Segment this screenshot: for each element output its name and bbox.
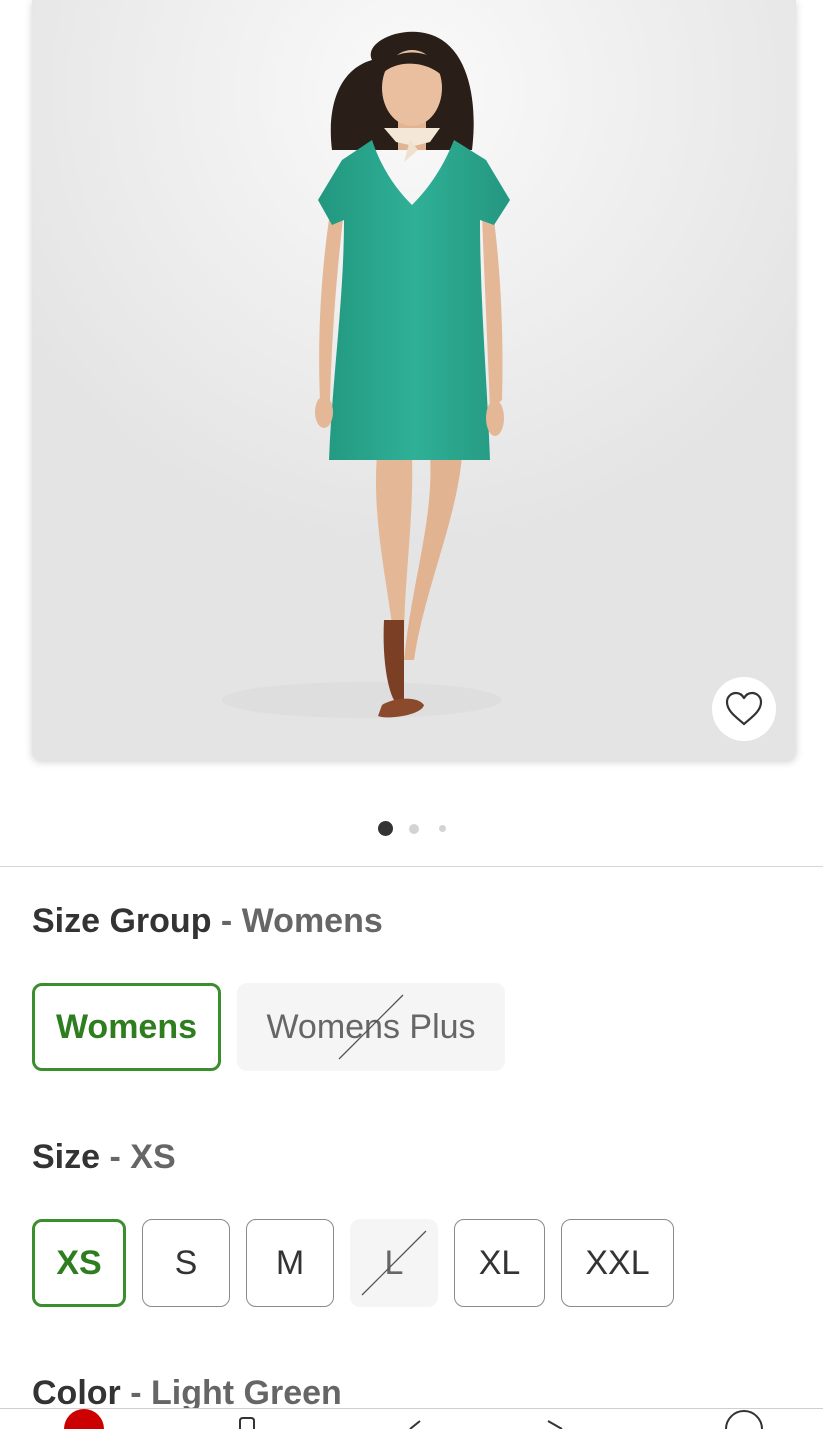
size-selected-value: XS [130,1138,176,1176]
size-option-s[interactable]: S [142,1219,230,1307]
size-option-xs[interactable]: XS [32,1219,126,1307]
title-separator: - [130,1374,142,1412]
heart-icon [725,691,763,726]
size-group-heading: Size Group - Womens [32,902,383,941]
carousel-dot-active[interactable] [378,821,393,836]
product-photo [32,0,796,760]
size-group-option-womens[interactable]: Womens [32,983,221,1071]
favorite-button[interactable] [712,677,776,741]
size-group-selected-value: Womens [241,902,383,940]
size-option-l[interactable]: L [350,1219,438,1307]
size-option-m[interactable]: M [246,1219,334,1307]
target-logo-icon [64,1409,104,1429]
title-separator: - [109,1138,121,1176]
size-option-xl[interactable]: XL [454,1219,545,1307]
carousel-pagination [0,820,823,836]
size-group-title: Size Group [32,902,212,940]
title-separator: - [220,902,233,940]
color-selected-value: Light Green [151,1374,342,1412]
categories-icon [239,1417,255,1429]
size-heading: Size - XS [32,1138,176,1177]
product-image-card[interactable] [32,0,796,760]
bottom-nav-bar [0,1408,823,1430]
divider [0,866,823,867]
bottom-nav-icons [64,1409,763,1430]
size-option-xxl[interactable]: XXL [561,1219,674,1307]
size-group-option-womens-plus[interactable]: Womens Plus [237,983,505,1071]
size-title: Size [32,1138,101,1176]
color-title: Color [32,1374,121,1412]
account-icon [725,1410,763,1430]
carousel-dot[interactable] [409,824,419,834]
carousel-dot[interactable] [439,825,446,832]
